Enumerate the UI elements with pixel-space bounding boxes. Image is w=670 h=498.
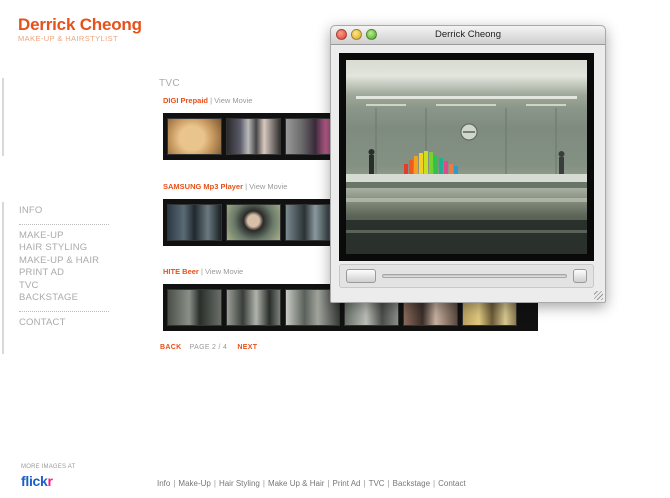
nav-hair-styling[interactable]: HAIR STYLING: [19, 242, 114, 255]
thumbnail-strip[interactable]: [163, 199, 333, 246]
nav-divider: [19, 223, 109, 225]
thumbnail[interactable]: [285, 118, 333, 155]
tvc-item-label: DIGI Prepaid | View Movie: [163, 96, 253, 105]
more-images-label: MORE IMAGES AT: [21, 464, 76, 470]
pagination: BACK PAGE 2 / 4 NEXT: [160, 344, 257, 351]
back-link[interactable]: BACK: [160, 344, 181, 351]
nav-contact[interactable]: CONTACT: [19, 317, 114, 330]
footer-link-print-ad[interactable]: Print Ad: [332, 479, 360, 488]
footer-link-hair-styling[interactable]: Hair Styling: [219, 479, 260, 488]
nav-backstage[interactable]: BACKSTAGE: [19, 292, 114, 305]
nav-divider: [19, 310, 109, 312]
thumbnail[interactable]: [226, 118, 281, 155]
section-title: TVC: [159, 78, 180, 89]
footer-link-make-up-hair[interactable]: Make Up & Hair: [268, 479, 324, 488]
nav-print-ad[interactable]: PRINT AD: [19, 267, 114, 280]
nav-make-up-hair[interactable]: MAKE-UP & HAIR: [19, 255, 114, 268]
thumbnail[interactable]: [285, 204, 333, 241]
video-player-window[interactable]: Derrick Cheong: [330, 25, 606, 303]
tvc-title-link[interactable]: DIGI Prepaid: [163, 96, 208, 105]
thumbnail[interactable]: [167, 289, 222, 326]
left-rule-top: [2, 78, 4, 156]
thumbnail[interactable]: [226, 289, 281, 326]
footer-link-info[interactable]: Info: [157, 479, 170, 488]
thumbnail[interactable]: [167, 118, 222, 155]
page-indicator: PAGE 2 / 4: [189, 344, 228, 351]
flickr-logo[interactable]: flickr: [21, 473, 53, 489]
thumbnail-strip[interactable]: [163, 113, 333, 160]
play-button[interactable]: [346, 269, 376, 283]
video-scene-image: [346, 60, 587, 254]
footer-link-tvc[interactable]: TVC: [369, 479, 385, 488]
video-display[interactable]: [346, 60, 587, 254]
footer-nav: Info | Make-Up | Hair Styling | Make Up & Hair…: [157, 479, 466, 488]
thumbnail[interactable]: [226, 204, 281, 241]
footer-link-make-up[interactable]: Make-Up: [178, 479, 210, 488]
tvc-title-link[interactable]: SAMSUNG Mp3 Player: [163, 182, 243, 191]
volume-button[interactable]: [573, 269, 587, 283]
window-titlebar[interactable]: Derrick Cheong: [331, 26, 605, 45]
thumbnail[interactable]: [167, 204, 222, 241]
seek-bar[interactable]: [382, 274, 567, 278]
view-movie-link[interactable]: View Movie: [205, 267, 243, 276]
resize-handle[interactable]: [594, 291, 603, 300]
nav-make-up[interactable]: MAKE-UP: [19, 230, 114, 243]
footer-link-backstage[interactable]: Backstage: [393, 479, 430, 488]
left-rule-bottom: [2, 202, 4, 354]
side-nav: INFO MAKE-UP HAIR STYLING MAKE-UP & HAIR…: [19, 205, 114, 329]
brand-block: Derrick Cheong MAKE-UP & HAIRSTYLIST: [18, 15, 142, 43]
video-frame[interactable]: [339, 53, 594, 261]
tvc-item-label: SAMSUNG Mp3 Player | View Movie: [163, 182, 288, 191]
player-controls: [339, 264, 594, 288]
nav-info[interactable]: INFO: [19, 205, 114, 218]
site-tagline: MAKE-UP & HAIRSTYLIST: [18, 34, 118, 43]
tvc-title-link[interactable]: HITE Beer: [163, 267, 199, 276]
nav-tvc[interactable]: TVC: [19, 280, 114, 293]
view-movie-link[interactable]: View Movie: [214, 96, 252, 105]
tvc-item-label: HITE Beer | View Movie: [163, 267, 244, 276]
next-link[interactable]: NEXT: [237, 344, 257, 351]
footer-link-contact[interactable]: Contact: [438, 479, 466, 488]
view-movie-link[interactable]: View Movie: [249, 182, 287, 191]
site-title[interactable]: Derrick Cheong: [18, 15, 142, 34]
window-title: Derrick Cheong: [435, 29, 501, 40]
